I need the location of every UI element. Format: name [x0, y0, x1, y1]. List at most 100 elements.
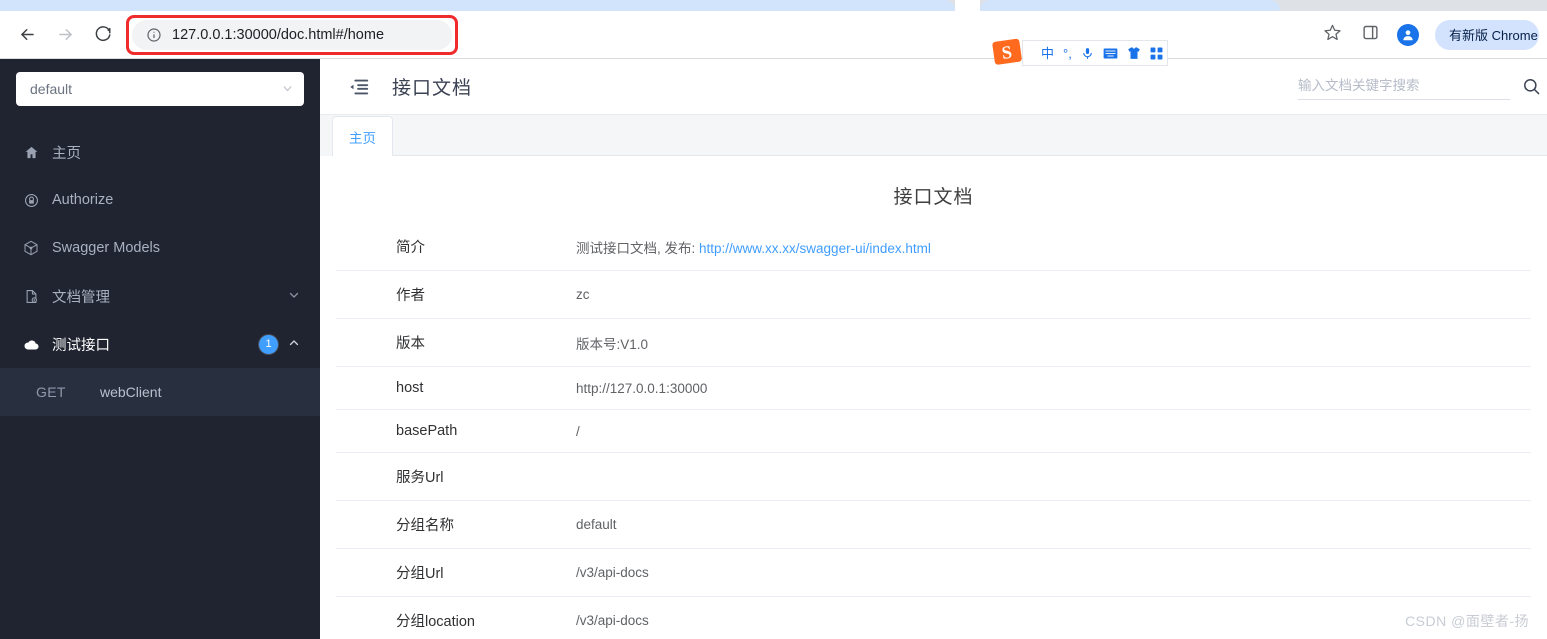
sidebar-item-home[interactable]: 主页 [0, 128, 320, 176]
browser-tab-1[interactable] [0, 0, 955, 11]
reload-icon [94, 25, 112, 44]
browser-toolbar: 127.0.0.1:30000/doc.html#/home 有新版 Chrom… [0, 11, 1547, 66]
document-settings-icon [22, 287, 40, 305]
back-button[interactable] [12, 20, 42, 50]
lock-icon [22, 191, 40, 209]
sidebar-item-home-label: 主页 [52, 145, 81, 162]
table-row: basePath / [336, 410, 1531, 453]
intro-link[interactable]: http://www.xx.xx/swagger-ui/index.html [699, 241, 931, 256]
row-key: basePath [396, 423, 458, 439]
address-bar-container[interactable]: 127.0.0.1:30000/doc.html#/home [126, 14, 458, 55]
content-tabs: 主页 [320, 115, 1547, 156]
profile-button[interactable] [1392, 19, 1424, 51]
tabs-filler [393, 116, 1547, 156]
sidebar-item-doc-management-label: 文档管理 [52, 289, 110, 306]
tab-home-label: 主页 [349, 130, 376, 146]
home-icon [22, 143, 40, 161]
row-value: /v3/api-docs [576, 613, 649, 628]
browser-tab-2[interactable] [980, 0, 1280, 11]
row-value [576, 453, 1531, 501]
sidebar-menu: 主页 Authorize Swagger Models 文档管理 测试接口 1 … [0, 128, 320, 416]
sidebar-item-authorize-label: Authorize [52, 192, 114, 208]
row-key: 服务Url [396, 470, 444, 486]
keyboard-icon[interactable] [1103, 47, 1118, 60]
sidebar: default 主页 Authorize Swagger Models 文档管理… [0, 59, 320, 639]
chrome-update-button[interactable]: 有新版 Chrome 可 [1435, 19, 1539, 50]
info-circle-icon[interactable] [146, 27, 162, 43]
grid-icon[interactable] [1150, 47, 1163, 60]
browser-window: 127.0.0.1:30000/doc.html#/home 有新版 Chrom… [0, 0, 1547, 66]
sidebar-item-test-api-label: 测试接口 [52, 337, 110, 354]
table-row: 分组Url /v3/api-docs [336, 549, 1531, 597]
address-bar[interactable]: 127.0.0.1:30000/doc.html#/home [132, 19, 452, 50]
sidebar-item-test-api-badge: 1 [259, 334, 278, 354]
cube-icon [22, 239, 40, 257]
sidebar-item-doc-management-right [288, 289, 300, 304]
main-header: 接口文档 输入文档关键字搜索 [320, 59, 1547, 115]
doc-search[interactable]: 输入文档关键字搜索 [1298, 74, 1547, 100]
menu-fold-icon[interactable] [348, 76, 370, 98]
row-value: 版本号:V1.0 [576, 336, 649, 352]
ime-punctuation-toggle[interactable]: °, [1063, 47, 1072, 60]
row-value: http://127.0.0.1:30000 [576, 380, 708, 396]
sidebar-item-doc-management[interactable]: 文档管理 [0, 272, 320, 320]
sogou-logo-icon[interactable]: S [991, 36, 1024, 69]
watermark: CSDN @面壁者-扬 [1405, 613, 1529, 629]
sidebar-item-swagger-models-label: Swagger Models [52, 240, 160, 256]
group-select-container: default [0, 59, 320, 106]
tab-gap [955, 0, 980, 11]
table-row: 简介 测试接口文档, 发布: http://www.xx.xx/swagger-… [336, 223, 1531, 271]
table-row: host http://127.0.0.1:30000 [336, 367, 1531, 410]
sidebar-item-authorize[interactable]: Authorize [0, 176, 320, 224]
sogou-ime-toolbar[interactable]: 中 °, [1022, 40, 1168, 66]
sidebar-subitem-method: GET [36, 384, 66, 400]
ime-chinese-mode[interactable]: 中 [1041, 47, 1054, 60]
row-key: 简介 [396, 240, 425, 256]
chevron-up-icon [288, 337, 300, 352]
table-row: 服务Url [336, 453, 1531, 501]
table-row: 分组名称 default [336, 501, 1531, 549]
profile-avatar-icon [1397, 23, 1419, 46]
table-row: 作者 zc [336, 271, 1531, 319]
page-title: 接口文档 [392, 78, 473, 99]
doc-info-table: 简介 测试接口文档, 发布: http://www.xx.xx/swagger-… [336, 223, 1531, 639]
chevron-down-icon [288, 289, 300, 304]
address-bar-url[interactable]: 127.0.0.1:30000/doc.html#/home [172, 27, 384, 43]
doc-content: 接口文档 简介 测试接口文档, 发布: http://www.xx.xx/swa… [320, 156, 1547, 639]
side-panel-icon [1362, 24, 1379, 46]
sidebar-subitem-label: webClient [100, 384, 162, 400]
group-select[interactable]: default [16, 72, 304, 106]
row-key: 分组Url [396, 566, 444, 582]
doc-heading: 接口文档 [893, 187, 974, 208]
row-key: 分组location [396, 614, 475, 630]
table-row: 分组location /v3/api-docs [336, 597, 1531, 639]
table-row: 版本 版本号:V1.0 [336, 319, 1531, 367]
row-value: 测试接口文档, 发布: http://www.xx.xx/swagger-ui/… [576, 223, 1531, 271]
reload-button[interactable] [88, 20, 118, 50]
sidebar-item-swagger-models[interactable]: Swagger Models [0, 224, 320, 272]
star-icon [1323, 23, 1342, 47]
side-panel-button[interactable] [1354, 19, 1386, 51]
main-panel: 接口文档 输入文档关键字搜索 主页 接口文档 简介 测试接口文档, 发布: ht… [320, 59, 1547, 639]
row-value: / [576, 423, 580, 439]
arrow-right-icon [56, 25, 75, 44]
shirt-icon[interactable] [1127, 46, 1141, 60]
chevron-down-icon [281, 82, 294, 97]
mic-icon[interactable] [1081, 46, 1094, 61]
search-icon[interactable] [1522, 77, 1541, 96]
forward-button[interactable] [50, 20, 80, 50]
cloud-icon [22, 335, 40, 353]
chrome-update-label: 有新版 Chrome 可 [1449, 28, 1539, 43]
sidebar-subitem-webclient[interactable]: GET webClient [0, 368, 320, 416]
row-key: host [396, 380, 424, 396]
row-key: 版本 [396, 336, 425, 352]
browser-tab-strip[interactable] [0, 0, 1547, 11]
row-value: zc [576, 287, 590, 302]
sidebar-item-test-api[interactable]: 测试接口 1 [0, 320, 320, 368]
row-key: 作者 [396, 288, 425, 304]
tab-home[interactable]: 主页 [332, 116, 393, 156]
group-select-value: default [30, 81, 73, 97]
sidebar-item-test-api-right: 1 [259, 334, 300, 354]
doc-search-input[interactable]: 输入文档关键字搜索 [1298, 74, 1510, 100]
bookmark-star-button[interactable] [1316, 19, 1348, 51]
